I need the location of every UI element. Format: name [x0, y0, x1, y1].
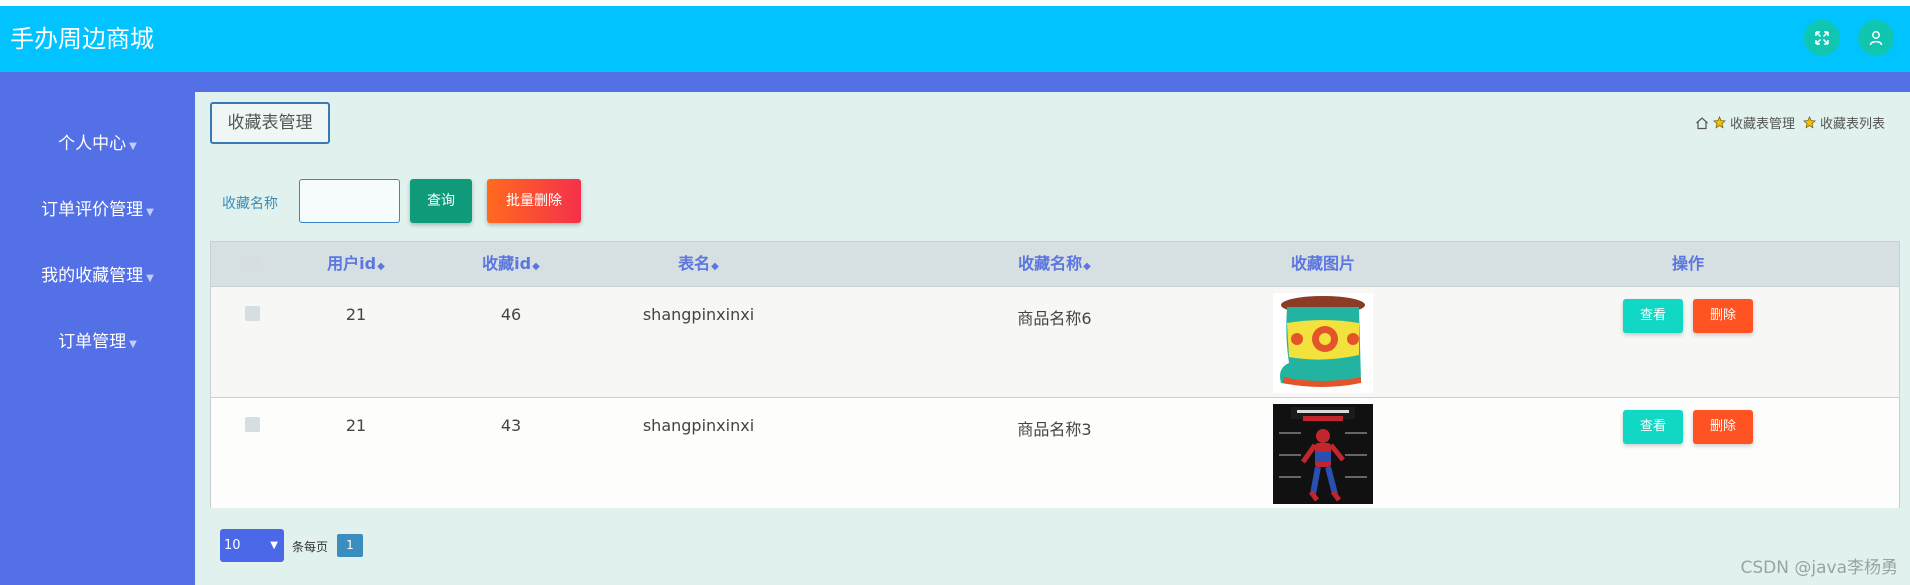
column-header-fav-name[interactable]: 收藏名称◆	[967, 242, 1142, 289]
page-size-select[interactable]: 10 ▼	[220, 529, 284, 562]
app-title: 手办周边商城	[10, 25, 154, 53]
search-label: 收藏名称	[222, 196, 278, 212]
column-header-fav-image: 收藏图片	[1290, 254, 1355, 273]
view-button[interactable]: 查看	[1623, 410, 1683, 444]
cell-fav-id: 43	[500, 416, 522, 435]
sidebar-item-personal-center[interactable]: 个人中心 ▼	[0, 129, 195, 154]
hat-image	[1273, 293, 1373, 393]
user-icon	[1869, 31, 1883, 46]
cell-user-id: 21	[345, 416, 367, 435]
column-header-actions: 操作	[1671, 254, 1704, 273]
sidebar-item-order-management[interactable]: 订单管理 ▼	[0, 327, 195, 352]
table-row: 21 43 shangpinxinxi 商品名称3 查看 删除	[211, 398, 1899, 508]
star-icon	[1712, 116, 1726, 129]
sidebar-item-order-review[interactable]: 订单评价管理 ▼	[0, 195, 195, 220]
delete-button[interactable]: 删除	[1693, 410, 1753, 444]
caret-down-icon: ▼	[146, 207, 154, 218]
fullscreen-button[interactable]	[1804, 20, 1840, 56]
sidebar-item-label: 个人中心	[58, 134, 127, 154]
view-button[interactable]: 查看	[1623, 299, 1683, 333]
cell-table-name: shangpinxinxi	[642, 305, 755, 324]
sort-icon: ◆	[532, 261, 540, 272]
cell-fav-id: 46	[500, 305, 522, 324]
select-all-checkbox[interactable]	[245, 256, 260, 271]
sort-icon: ◆	[711, 261, 719, 272]
page-number-button[interactable]: 1	[337, 534, 363, 557]
sidebar-item-label: 订单评价管理	[41, 200, 144, 220]
breadcrumb: 收藏表管理 收藏表列表	[1695, 113, 1885, 132]
caret-down-icon: ▼	[129, 339, 137, 350]
caret-down-icon: ▼	[146, 273, 154, 284]
table-row: 21 46 shangpinxinxi 商品名称6 查看 删除	[211, 287, 1899, 398]
cell-fav-name: 商品名称6	[1017, 309, 1092, 328]
column-header-user-id[interactable]: 用户id◆	[296, 242, 416, 289]
sort-icon: ◆	[377, 261, 385, 272]
top-strip	[0, 72, 1910, 92]
home-icon[interactable]	[1695, 116, 1709, 130]
column-header-table-name[interactable]: 表名◆	[611, 242, 786, 289]
top-bar: 手办周边商城	[0, 6, 1910, 72]
row-checkbox[interactable]	[245, 306, 260, 321]
spiderman-figure-image	[1273, 404, 1373, 504]
page-tag: 收藏表管理	[210, 102, 330, 144]
sort-icon: ◆	[1083, 261, 1091, 272]
delete-button[interactable]: 删除	[1693, 299, 1753, 333]
cell-fav-name: 商品名称3	[1017, 420, 1092, 439]
search-input[interactable]	[299, 179, 400, 223]
breadcrumb-item[interactable]: 收藏表管理	[1730, 113, 1795, 132]
table-header: 用户id◆ 收藏id◆ 表名◆ 收藏名称◆ 收藏图片 操作	[211, 242, 1899, 287]
favorites-table: 用户id◆ 收藏id◆ 表名◆ 收藏名称◆ 收藏图片 操作 21 46 shan…	[210, 241, 1900, 508]
row-checkbox[interactable]	[245, 417, 260, 432]
column-header-fav-id[interactable]: 收藏id◆	[451, 242, 571, 289]
batch-delete-button[interactable]: 批量删除	[487, 179, 581, 223]
breadcrumb-item: 收藏表列表	[1819, 117, 1885, 132]
chevron-down-icon: ▼	[270, 540, 278, 551]
cell-table-name: shangpinxinxi	[642, 416, 755, 435]
sidebar-item-label: 订单管理	[58, 332, 127, 352]
sidebar-item-my-favorites[interactable]: 我的收藏管理 ▼	[0, 261, 195, 286]
caret-down-icon: ▼	[129, 141, 137, 152]
user-button[interactable]	[1858, 20, 1894, 56]
fullscreen-icon	[1815, 31, 1829, 45]
star-icon	[1802, 116, 1816, 129]
query-button[interactable]: 查询	[410, 179, 472, 223]
cell-user-id: 21	[345, 305, 367, 324]
per-page-label: 条每页	[292, 540, 329, 554]
sidebar: 个人中心 ▼ 订单评价管理 ▼ 我的收藏管理 ▼ 订单管理 ▼	[0, 92, 195, 585]
watermark: CSDN @java李杨勇	[1740, 558, 1899, 578]
sidebar-item-label: 我的收藏管理	[41, 266, 144, 286]
